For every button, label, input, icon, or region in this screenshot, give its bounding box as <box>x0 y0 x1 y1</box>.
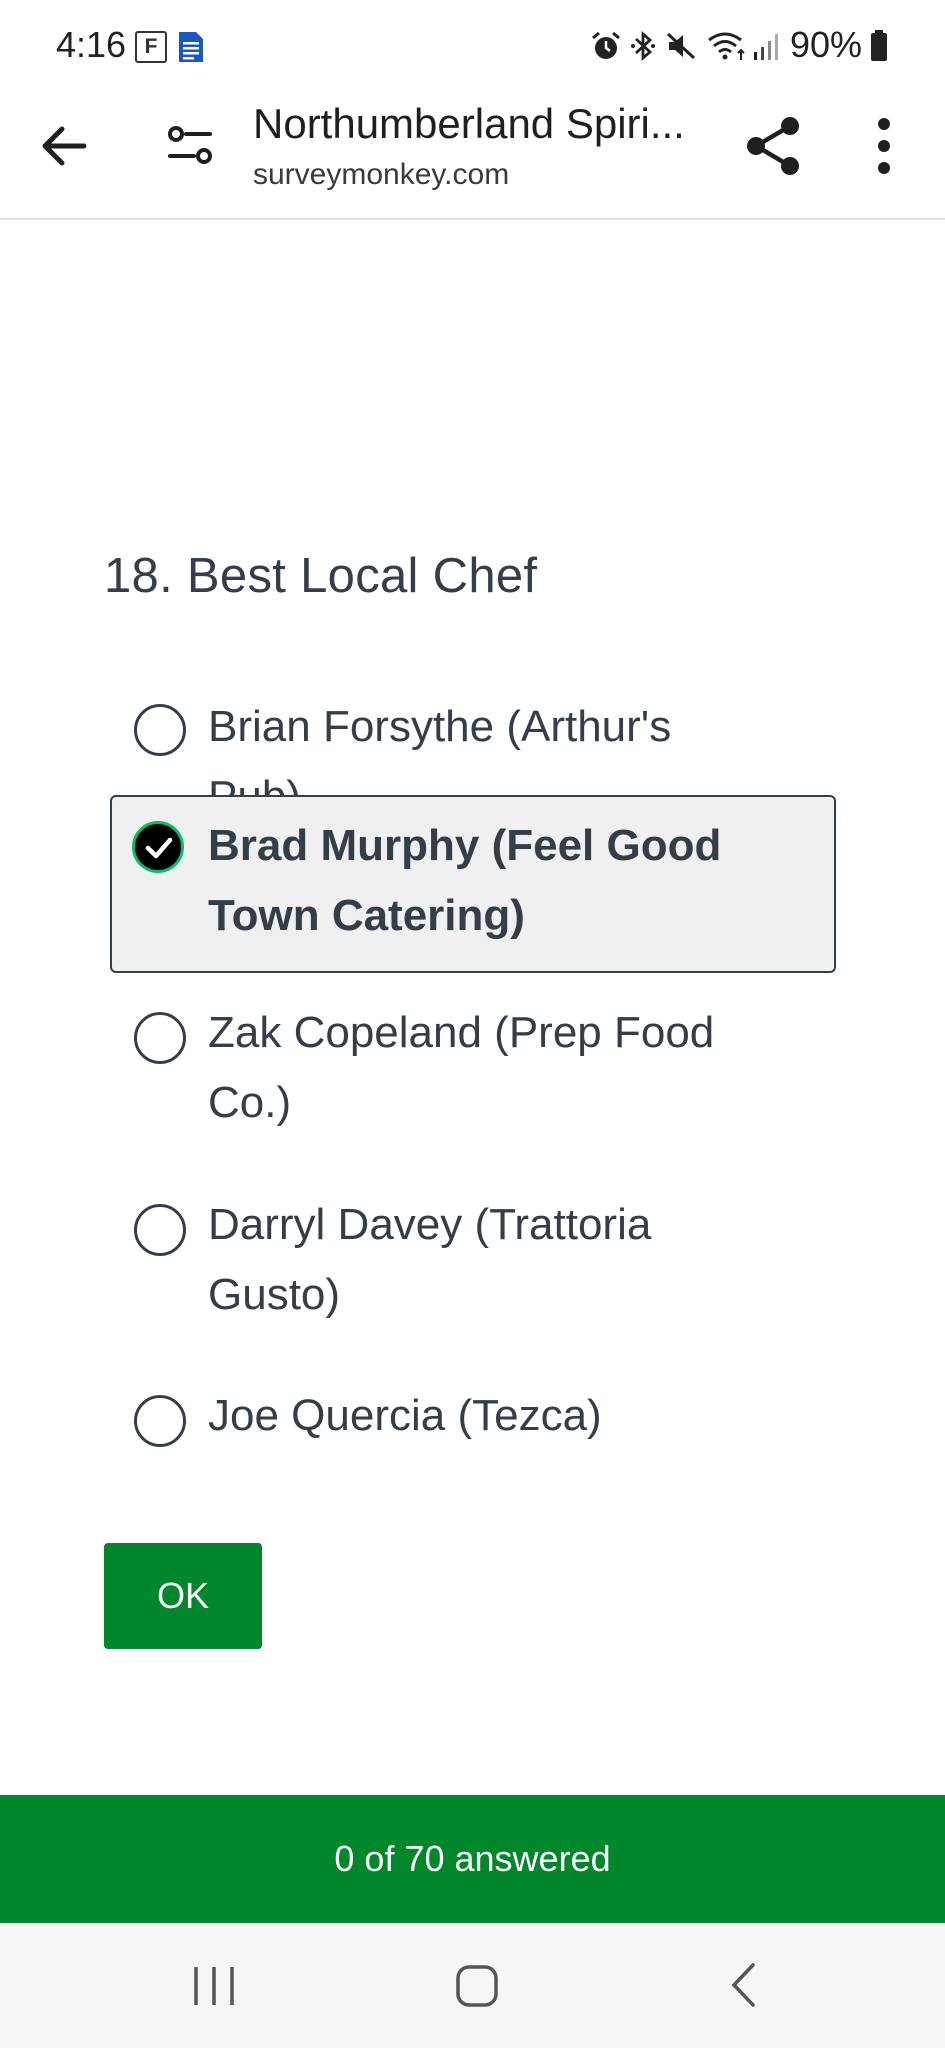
status-time: 4:16 <box>56 24 127 65</box>
radio-button[interactable] <box>134 704 186 756</box>
option-brad-murphy[interactable]: Brad Murphy (Feel Good Town Catering) <box>110 795 836 973</box>
radio-button[interactable] <box>134 1395 186 1447</box>
option-label: Brad Murphy (Feel Good Town Catering) <box>208 821 722 940</box>
page-title: Northumberland Spiri... <box>253 100 685 147</box>
option-joe-quercia[interactable]: Joe Quercia (Tezca) <box>110 1381 836 1471</box>
system-navigation-bar <box>0 1923 945 2048</box>
option-label: Zak Copeland (Prep Food Co.) <box>208 1008 715 1127</box>
bluetooth-icon <box>631 30 655 62</box>
page-domain: surveymonkey.com <box>253 158 510 191</box>
back-arrow-icon[interactable] <box>36 118 92 174</box>
checkmark-icon <box>145 837 173 859</box>
option-zak-copeland[interactable]: Zak Copeland (Prep Food Co.) <box>110 998 836 1158</box>
option-label: Joe Quercia (Tezca) <box>208 1391 602 1440</box>
radio-button[interactable] <box>134 1012 186 1064</box>
recent-apps-icon[interactable] <box>190 1963 238 2009</box>
status-bar: 4:16 F 90% <box>0 0 945 88</box>
signal-icon <box>754 34 778 60</box>
survey-screen: 4:16 F 90% Northumberland Spiri... surve… <box>0 0 945 2048</box>
wifi-icon <box>708 32 745 60</box>
option-label: Darryl Davey (Trattoria Gusto) <box>208 1200 652 1319</box>
document-notification-icon <box>179 32 203 62</box>
home-icon[interactable] <box>455 1963 499 2009</box>
ok-button[interactable]: OK <box>104 1543 262 1649</box>
alarm-icon <box>592 31 620 59</box>
battery-percent: 90% <box>790 24 863 65</box>
system-back-icon[interactable] <box>728 1961 758 2009</box>
mute-icon <box>666 32 696 60</box>
share-icon[interactable] <box>744 114 804 178</box>
site-settings-icon[interactable] <box>164 118 216 174</box>
progress-footer: 0 of 70 answered <box>0 1795 945 1923</box>
question-title: 18. Best Local Chef <box>104 549 538 603</box>
radio-button[interactable] <box>134 1204 186 1256</box>
battery-icon <box>871 30 887 61</box>
option-darryl-davey[interactable]: Darryl Davey (Trattoria Gusto) <box>110 1190 836 1350</box>
option-brian-forsythe[interactable]: Brian Forsythe (Arthur's Pub) <box>110 680 836 821</box>
more-options-icon[interactable] <box>866 116 902 176</box>
browser-toolbar: Northumberland Spiri... surveymonkey.com <box>0 88 945 220</box>
radio-button-selected[interactable] <box>132 821 184 873</box>
f-notification-icon: F <box>135 31 167 63</box>
